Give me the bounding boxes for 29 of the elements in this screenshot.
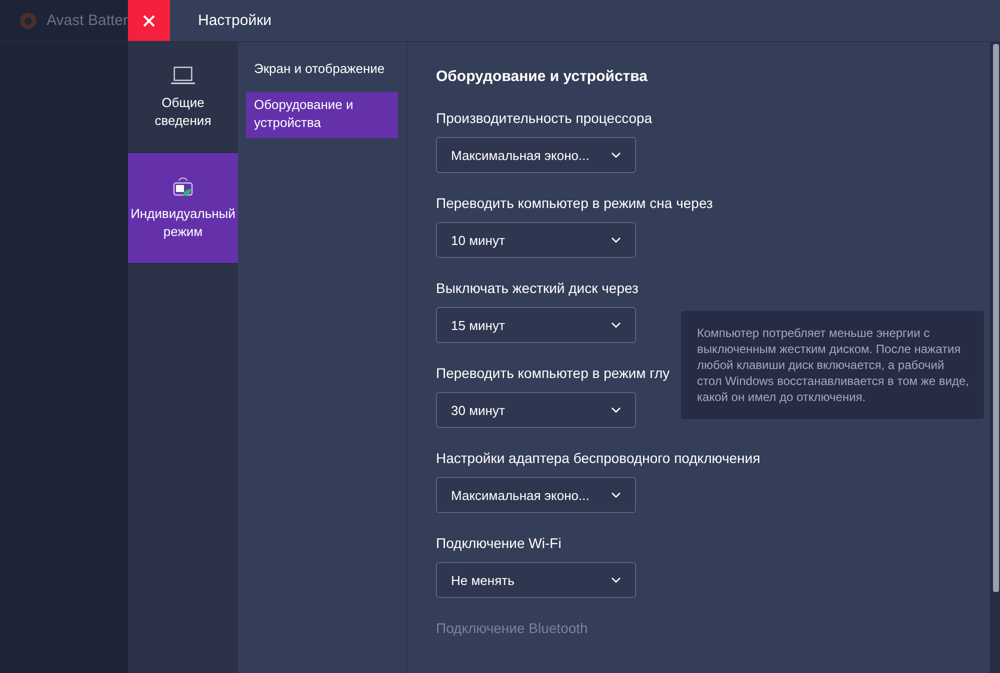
app-title: Avast Batter: [46, 12, 128, 29]
setting-label: Подключение Wi-Fi: [436, 535, 562, 551]
dropdown[interactable]: Максимальная эконо...: [436, 477, 636, 513]
subnav-item[interactable]: Экран и отображение: [246, 58, 398, 80]
nav-item[interactable]: Индивидуальный режим: [128, 153, 238, 264]
chevron-down-icon: [611, 407, 621, 413]
setting-label: Переводить компьютер в режим глу: [436, 365, 670, 381]
section-heading: Оборудование и устройства: [436, 68, 649, 85]
dropdown[interactable]: 10 минут: [436, 222, 636, 258]
chevron-down-icon: [611, 322, 621, 328]
dropdown[interactable]: 15 минут: [436, 307, 636, 343]
setting-label: Производительность процессора: [436, 110, 652, 126]
setting-label: Настройки адаптера беспроводного подключения: [436, 450, 760, 466]
chevron-down-icon: [611, 152, 621, 158]
chevron-down-icon: [611, 577, 621, 583]
chevron-down-icon: [611, 237, 621, 243]
tooltip: Компьютер потребляет меньше энергии с выключенным жестким диском. После нажатия любой клавиши диск включается, а рабочий стол Windows восстанавливается в том же виде, какой он имел до отключения.: [681, 311, 984, 419]
dropdown[interactable]: Не менять: [436, 562, 636, 598]
chevron-down-icon: [611, 492, 621, 498]
scrollbar-thumb[interactable]: [993, 44, 999, 592]
subnav-item[interactable]: Оборудование и устройства: [246, 92, 398, 138]
dropdown[interactable]: Максимальная эконо...: [436, 137, 636, 173]
setting-label: Выключать жесткий диск через: [436, 280, 638, 296]
setting-label: Подключение Bluetooth: [436, 620, 588, 636]
close-button[interactable]: [128, 0, 170, 41]
close-icon: [143, 14, 155, 26]
dropdown[interactable]: 30 минут: [436, 392, 636, 428]
setting-label: Переводить компьютер в режим сна через: [436, 195, 713, 211]
window-title: Настройки: [198, 12, 272, 29]
